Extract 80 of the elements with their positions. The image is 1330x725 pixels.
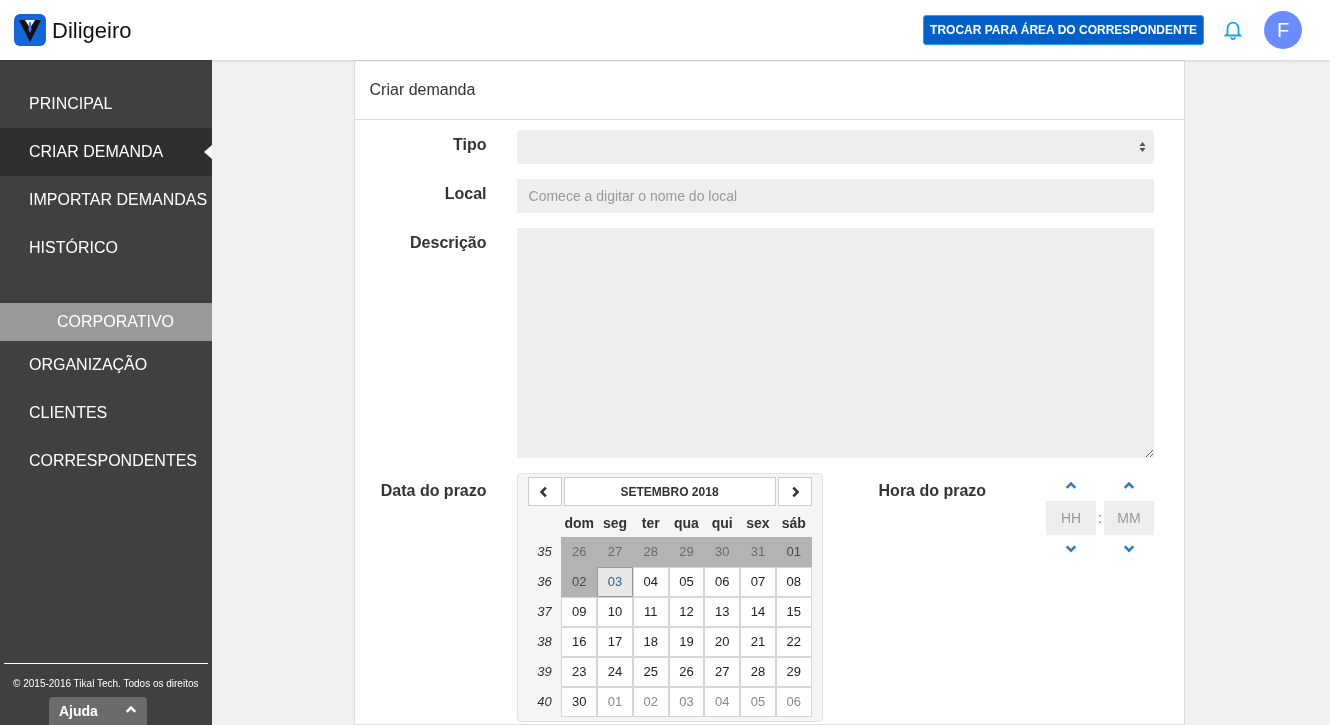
previous-month-button[interactable] xyxy=(527,477,562,506)
sidebar-item[interactable]: CORRESPONDENTES xyxy=(0,437,212,485)
suit-logo-icon xyxy=(14,14,46,46)
copyright-text: © 2015-2016 Tikal Tech. Todos os direitos xyxy=(12,677,200,691)
sidebar-item[interactable]: IMPORTAR DEMANDAS xyxy=(0,176,212,224)
weekday-label: sáb xyxy=(780,514,807,533)
field-label: Tipo xyxy=(452,135,487,155)
sidebar-item[interactable]: HISTÓRICO xyxy=(0,224,212,272)
calendar-day[interactable]: 07 xyxy=(740,567,776,597)
time-separator: : xyxy=(1098,508,1102,528)
logo-text: Diligeiro xyxy=(52,16,132,45)
field-label: Hora do prazo xyxy=(878,481,987,501)
field-label: Local xyxy=(443,184,487,204)
calendar-day[interactable]: 28 xyxy=(740,657,776,687)
calendar-day[interactable]: 15 xyxy=(775,597,812,627)
calendar-day[interactable]: 11 xyxy=(632,597,669,627)
calendar-day[interactable]: 20 xyxy=(704,627,741,657)
calendar-day[interactable]: 16 xyxy=(561,627,598,657)
calendar-day[interactable]: 05 xyxy=(740,687,776,717)
next-month-button[interactable] xyxy=(777,477,812,506)
chevron-down-icon xyxy=(1123,543,1135,555)
calendar-day[interactable]: 04 xyxy=(704,687,741,717)
week-number: 35 xyxy=(536,543,553,561)
updown-icon xyxy=(1139,141,1146,153)
week-number: 40 xyxy=(536,693,553,711)
field-label: Data do prazo xyxy=(379,481,487,501)
calendar-day[interactable]: 06 xyxy=(704,567,741,597)
weekday-label: dom xyxy=(563,514,595,533)
bell-icon[interactable] xyxy=(1222,19,1244,41)
calendar-day[interactable]: 19 xyxy=(668,627,705,657)
calendar-day[interactable]: 26 xyxy=(668,657,705,687)
help-tab[interactable]: Ajuda xyxy=(49,697,147,725)
card-title: Criar demanda xyxy=(369,80,476,100)
hour-down-button[interactable] xyxy=(1065,543,1078,555)
week-number: 36 xyxy=(536,573,553,591)
calendar-day[interactable]: 23 xyxy=(561,657,598,687)
minute-down-button[interactable] xyxy=(1123,543,1135,555)
week-number: 38 xyxy=(536,633,553,651)
active-pointer-icon xyxy=(203,145,212,159)
calendar-day[interactable]: 25 xyxy=(632,657,669,687)
weekday-label: qua xyxy=(673,514,700,533)
calendar-day[interactable]: 10 xyxy=(597,597,633,627)
sidebar-item[interactable]: CRIAR DEMANDA xyxy=(0,128,212,176)
sidebar-item[interactable]: PRINCIPAL xyxy=(0,80,212,128)
hour-field[interactable]: HH xyxy=(1046,501,1097,535)
calendar-day[interactable]: 14 xyxy=(740,597,776,627)
weekday-label: seg xyxy=(601,514,628,533)
sidebar-item[interactable]: CLIENTES xyxy=(0,389,212,437)
calendar-day[interactable]: 12 xyxy=(668,597,705,627)
chevron-down-icon xyxy=(1065,543,1078,555)
calendar-day[interactable]: 09 xyxy=(561,597,598,627)
week-number: 37 xyxy=(536,603,553,621)
switch-area-button[interactable]: TROCAR PARA ÁREA DO CORRESPONDENTE xyxy=(923,15,1204,45)
calendar-day[interactable]: 24 xyxy=(597,657,633,687)
field-label: Descrição xyxy=(409,233,487,253)
calendar-day[interactable]: 01 xyxy=(597,687,633,717)
calendar-day[interactable]: 30 xyxy=(561,687,598,717)
sidebar-item[interactable]: ORGANIZAÇÃO xyxy=(0,341,212,389)
calendar-day[interactable]: 05 xyxy=(668,567,705,597)
calendar-day[interactable]: 17 xyxy=(597,627,633,657)
calendar-day[interactable]: 04 xyxy=(632,567,669,597)
input-field[interactable]: Comece a digitar o nome do local xyxy=(516,179,1154,213)
weekday-label: qui xyxy=(710,514,734,533)
section-header: CORPORATIVO xyxy=(0,303,212,341)
weekday-label: ter xyxy=(640,514,661,533)
calendar-day[interactable]: 13 xyxy=(704,597,741,627)
calendar-day[interactable]: 03 xyxy=(668,687,705,717)
calendar-day[interactable]: 22 xyxy=(775,627,812,657)
calendar-day[interactable]: 08 xyxy=(775,567,812,597)
calendar-day[interactable]: 03 xyxy=(597,567,633,597)
calendar-day[interactable]: 06 xyxy=(775,687,812,717)
month-title-button[interactable]: SETEMBRO 2018 xyxy=(563,477,776,506)
calendar-day[interactable]: 21 xyxy=(740,627,776,657)
calendar-day[interactable]: 27 xyxy=(704,657,741,687)
minute-field[interactable]: MM xyxy=(1104,501,1154,535)
calendar-day[interactable]: 02 xyxy=(632,687,669,717)
week-number: 39 xyxy=(536,663,553,681)
calendar-day[interactable]: 18 xyxy=(632,627,669,657)
calendar-day[interactable]: 29 xyxy=(775,657,812,687)
weekday-label: sex xyxy=(745,514,771,533)
